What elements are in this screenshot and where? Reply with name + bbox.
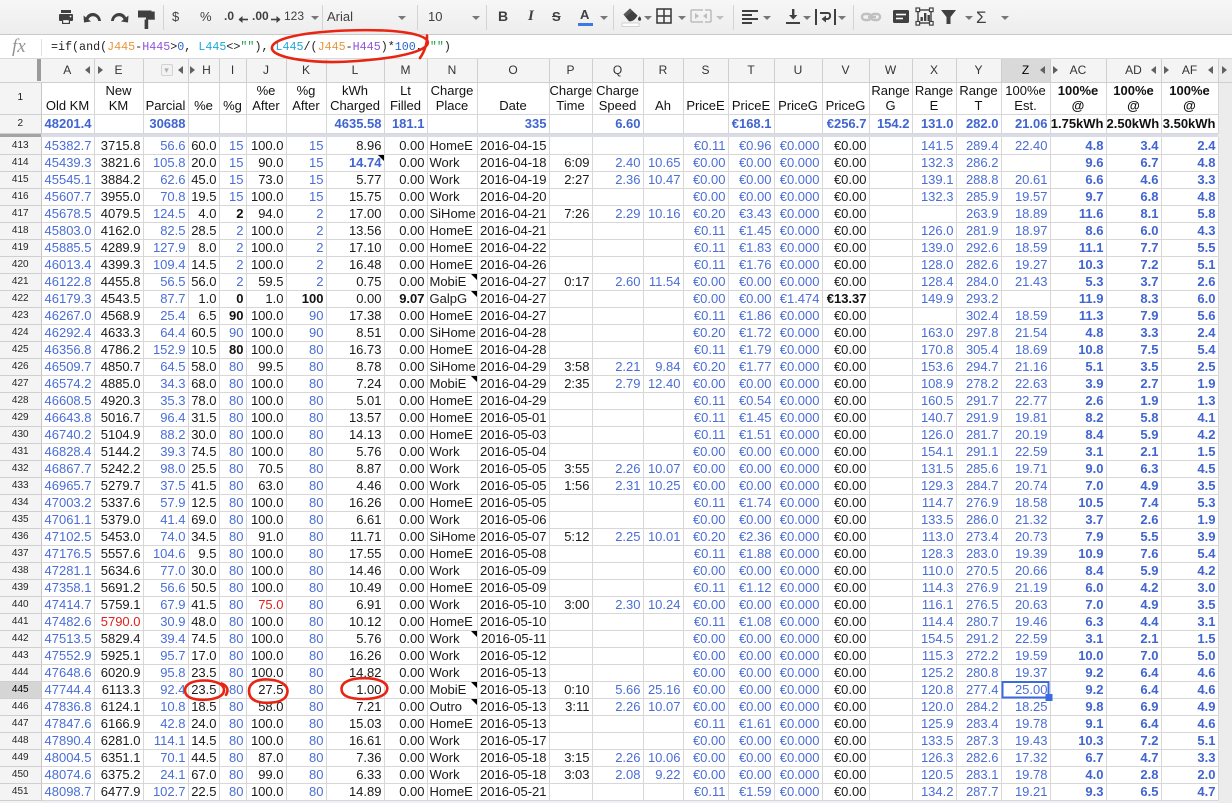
- svg-text:Σ: Σ: [976, 8, 987, 27]
